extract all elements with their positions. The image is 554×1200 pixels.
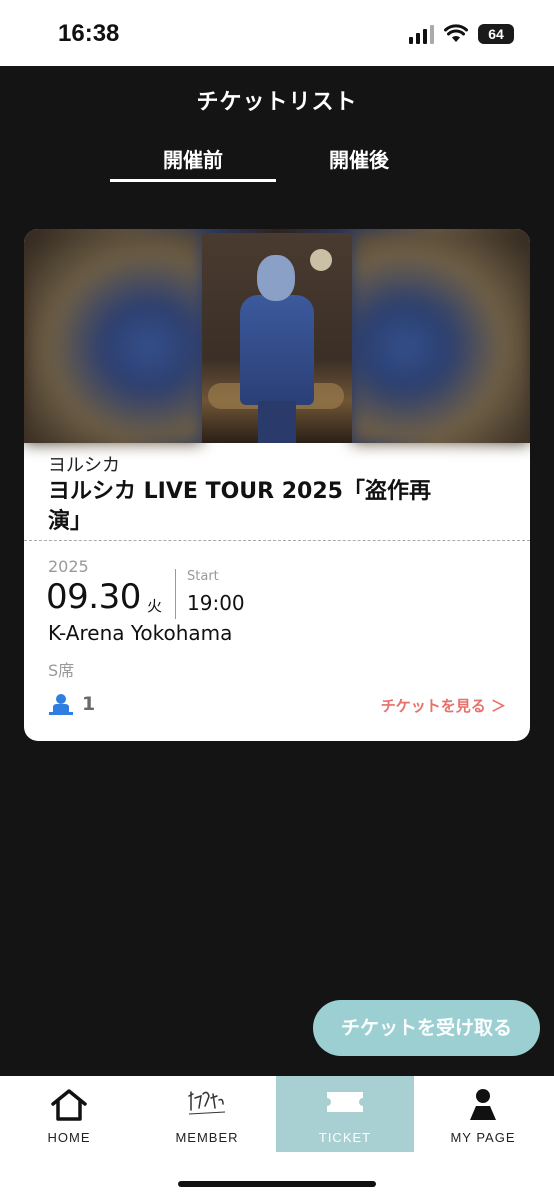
nav-ticket[interactable]: TICKET — [276, 1076, 414, 1152]
artwork-blur-right — [352, 229, 530, 443]
nav-member-label: MEMBER — [175, 1130, 239, 1145]
person-icon — [49, 694, 73, 715]
signature-icon — [188, 1091, 226, 1115]
nav-ticket-label: TICKET — [318, 1130, 372, 1145]
artist-name: ヨルシカ — [48, 455, 120, 476]
tab-before-event[interactable]: 開催前 — [110, 140, 276, 182]
ticket-card[interactable]: ヨルシカ ヨルシカ LIVE TOUR 2025「盗作再演」 2025 09.3… — [24, 229, 530, 741]
dashed-divider — [24, 540, 530, 541]
home-indicator — [178, 1181, 376, 1187]
tab-after-event[interactable]: 開催後 — [276, 140, 442, 182]
page-title: チケットリスト — [196, 90, 358, 115]
venue-name: K-Arena Yokohama — [48, 621, 233, 645]
ticket-count: 1 — [82, 693, 96, 715]
artwork-blur-left — [24, 229, 202, 443]
event-artwork-banner — [24, 229, 530, 443]
status-icons: 64 — [409, 24, 514, 44]
event-date: 09.30 — [46, 577, 141, 617]
tab-bar: 開催前 開催後 — [110, 140, 442, 188]
home-icon — [51, 1089, 87, 1121]
wifi-icon — [444, 24, 468, 42]
receive-ticket-button[interactable]: チケットを受け取る — [313, 1000, 540, 1056]
event-title: ヨルシカ LIVE TOUR 2025「盗作再演」 — [48, 479, 431, 534]
status-time: 16:38 — [58, 20, 120, 47]
nav-mypage[interactable]: MY PAGE — [414, 1076, 552, 1152]
nav-home-label: HOME — [47, 1130, 91, 1145]
cellular-signal-icon — [409, 24, 434, 44]
date-time-divider — [175, 569, 176, 619]
event-weekday: 火 — [147, 597, 163, 615]
battery-indicator: 64 — [478, 24, 514, 44]
nav-home[interactable]: HOME — [0, 1076, 138, 1152]
nav-member[interactable]: MEMBER — [138, 1076, 276, 1152]
status-bar: 16:38 64 — [0, 0, 554, 66]
seat-type: S席 — [48, 661, 75, 680]
view-ticket-link[interactable]: チケットを見る ＞ — [381, 695, 506, 716]
event-artwork — [202, 233, 352, 443]
nav-mypage-label: MY PAGE — [450, 1130, 516, 1145]
start-label: Start — [187, 569, 219, 584]
start-time: 19:00 — [187, 591, 245, 615]
ticket-icon — [327, 1092, 363, 1112]
event-year: 2025 — [48, 557, 89, 576]
person-icon — [470, 1089, 496, 1120]
